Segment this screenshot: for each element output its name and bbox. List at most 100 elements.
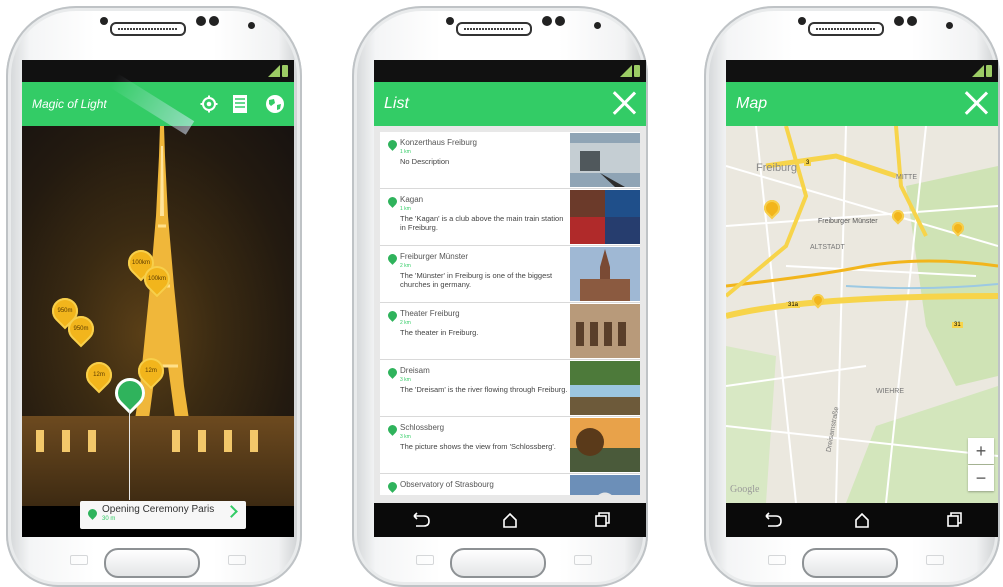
marker-label: 12m <box>93 372 105 378</box>
sensor <box>894 16 904 26</box>
zoom-in-button[interactable]: + <box>968 438 994 464</box>
signal-icon <box>268 65 280 77</box>
poi-card-distance: 30 m <box>102 516 116 522</box>
status-bar <box>22 60 294 82</box>
item-name: Theater Freiburg <box>400 309 460 318</box>
item-distance: 1 km <box>400 206 411 212</box>
sensor <box>196 16 206 26</box>
poi-card[interactable]: Opening Ceremony Paris 30 m <box>80 501 246 529</box>
google-watermark: Google <box>730 484 760 495</box>
close-icon[interactable] <box>964 91 988 115</box>
list-item[interactable]: Observatory of Strasbourg <box>380 474 640 495</box>
recent-softkey[interactable] <box>416 555 434 565</box>
list-item[interactable]: Konzerthaus Freiburg 1 km No Description <box>380 132 640 189</box>
list-item[interactable]: Schlossberg 3 km The picture shows the v… <box>380 417 640 474</box>
map-label: Freiburger Münster <box>818 218 878 225</box>
home-button[interactable] <box>104 548 200 578</box>
poi-marker[interactable]: 950m <box>62 310 100 348</box>
location-pin-icon <box>386 366 399 379</box>
screen-title: List <box>384 95 409 112</box>
back-softkey[interactable] <box>228 555 246 565</box>
item-description: The theater in Freiburg. <box>400 328 479 337</box>
location-pin-icon <box>386 252 399 265</box>
list-icon[interactable] <box>233 95 247 113</box>
globe-icon[interactable] <box>265 94 285 114</box>
phone-ar: Magic of Light 100km 100km 950m 950m 12m… <box>6 0 302 587</box>
app-bar: List <box>374 82 646 126</box>
item-thumbnail <box>570 475 640 495</box>
map-label: MITTE <box>896 174 917 181</box>
front-camera <box>248 22 255 29</box>
map-view[interactable]: Freiburg MITTE Freiburger Münster ALTSTA… <box>726 126 998 503</box>
list-item[interactable]: Theater Freiburg 2 km The theater in Fre… <box>380 303 640 360</box>
system-nav-bar <box>726 503 998 537</box>
status-bar <box>726 60 998 82</box>
signal-icon <box>972 65 984 77</box>
back-icon[interactable] <box>404 510 434 530</box>
back-icon[interactable] <box>756 510 786 530</box>
recents-icon[interactable] <box>938 510 968 530</box>
item-description: The 'Dreisam' is the river flowing throu… <box>400 385 568 394</box>
item-description: The 'Kagan' is a club above the main tra… <box>400 214 564 232</box>
recents-icon[interactable] <box>586 510 616 530</box>
status-bar <box>374 60 646 82</box>
camera-view: 100km 100km 950m 950m 12m 12m <box>22 73 294 506</box>
battery-icon <box>634 65 640 77</box>
signal-icon <box>620 65 632 77</box>
location-pin-icon <box>386 309 399 322</box>
item-thumbnail <box>570 133 640 187</box>
palace-building-image <box>22 416 294 506</box>
item-distance: 1 km <box>400 149 411 155</box>
location-pin-icon <box>86 507 99 520</box>
sensor <box>209 16 219 26</box>
road-shield: 31a <box>786 302 801 308</box>
item-distance: 3 km <box>400 434 411 440</box>
item-distance: 2 km <box>400 263 411 269</box>
list-item[interactable]: Kagan 1 km The 'Kagan' is a club above t… <box>380 189 640 246</box>
settings-icon[interactable] <box>200 95 218 113</box>
home-icon[interactable] <box>847 510 877 530</box>
poi-marker[interactable]: 12m <box>80 356 118 394</box>
item-description: The 'Münster' in Freiburg is one of the … <box>400 271 553 289</box>
recent-softkey[interactable] <box>768 555 786 565</box>
sensor <box>542 16 552 26</box>
front-camera <box>594 22 601 29</box>
home-button[interactable] <box>802 548 898 578</box>
marker-label: 12m <box>145 368 157 374</box>
road-shield: 3 <box>804 160 812 166</box>
map-label: Freiburg <box>756 162 797 174</box>
home-button[interactable] <box>450 548 546 578</box>
list-item[interactable]: Freiburger Münster 2 km The 'Münster' in… <box>380 246 640 303</box>
item-thumbnail <box>570 361 640 415</box>
map-tiles <box>726 126 998 503</box>
phone-list: List Konzerthaus Freiburg 1 km No Descri… <box>352 0 648 587</box>
item-name: Konzerthaus Freiburg <box>400 138 477 147</box>
sensor <box>446 17 454 25</box>
marker-label: 100km <box>147 276 166 282</box>
close-icon[interactable] <box>612 91 636 115</box>
front-camera <box>946 22 953 29</box>
recent-softkey[interactable] <box>70 555 88 565</box>
list-item[interactable]: Dreisam 3 km The 'Dreisam' is the river … <box>380 360 640 417</box>
back-softkey[interactable] <box>574 555 592 565</box>
location-pin-icon <box>386 195 399 208</box>
marker-label: 950m <box>73 326 89 332</box>
home-icon[interactable] <box>495 510 525 530</box>
screen: Map Freiburg MITTE Freiburger Münster AL… <box>726 60 998 537</box>
sensor <box>907 16 917 26</box>
item-name: Schlossberg <box>400 423 445 432</box>
zoom-out-button[interactable]: − <box>968 465 994 491</box>
marker-line <box>129 410 130 500</box>
item-description: The picture shows the view from 'Schloss… <box>400 442 556 451</box>
screen: Magic of Light 100km 100km 950m 950m 12m… <box>22 60 294 537</box>
poi-marker[interactable]: 100km <box>138 260 176 298</box>
item-name: Kagan <box>400 195 424 204</box>
poi-card-title: Opening Ceremony Paris <box>102 504 215 515</box>
earpiece-speaker <box>110 22 186 36</box>
sensor <box>100 17 108 25</box>
item-thumbnail <box>570 304 640 358</box>
back-softkey[interactable] <box>926 555 944 565</box>
road-shield: 31 <box>952 322 963 328</box>
item-thumbnail <box>570 247 640 301</box>
item-thumbnail <box>570 418 640 472</box>
